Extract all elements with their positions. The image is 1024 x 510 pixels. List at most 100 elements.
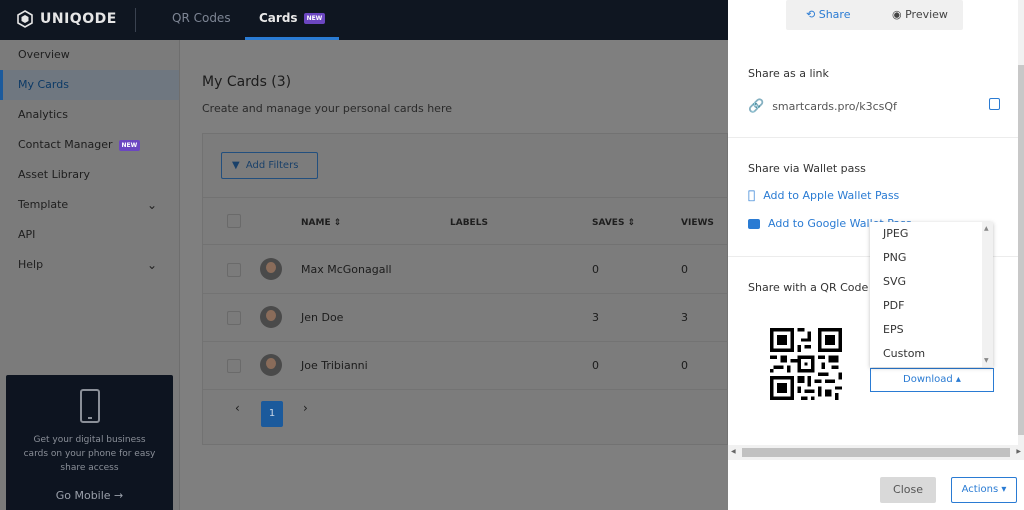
tab-cards-label: Cards — [259, 11, 298, 25]
sidebar-item-overview[interactable]: Overview — [0, 40, 179, 70]
share-link-url[interactable]: smartcards.pro/k3csQf — [772, 100, 897, 113]
card-name[interactable]: Max McGonagall — [301, 263, 392, 276]
column-header-saves[interactable]: SAVES ⇕ — [592, 218, 635, 228]
sidebar-item-contact-manager[interactable]: Contact Manager NEW — [0, 130, 179, 160]
next-page-button[interactable]: › — [303, 401, 308, 415]
scroll-right-arrow-icon[interactable]: ▶ — [1016, 448, 1021, 455]
drawer-vertical-scrollbar[interactable] — [1018, 0, 1024, 445]
sidebar-item-template[interactable]: Template ⌄ — [0, 190, 179, 220]
column-header-label: NAME — [301, 218, 331, 228]
page-number-current[interactable]: 1 — [261, 401, 283, 427]
card-name[interactable]: Joe Tribianni — [301, 359, 368, 372]
avatar — [260, 306, 282, 328]
share-toggle-option[interactable]: ⟲ Share — [806, 8, 850, 21]
new-badge: NEW — [303, 13, 326, 24]
table-row[interactable]: Jen Doe 3 3 — [203, 294, 729, 342]
chevron-down-icon[interactable]: ⌄ — [147, 190, 157, 220]
dropdown-scrollbar[interactable]: ▲ ▼ — [982, 222, 993, 367]
sort-icon: ⇕ — [627, 218, 636, 228]
share-drawer: ⟲ Share ◉ Preview Share as a link 🔗 smar… — [728, 0, 1024, 510]
copy-icon[interactable] — [989, 98, 1000, 110]
sidebar-item-analytics[interactable]: Analytics — [0, 100, 179, 130]
close-button[interactable]: Close — [880, 477, 936, 503]
column-header-name[interactable]: NAME ⇕ — [301, 218, 341, 228]
share-toggle-label: Share — [818, 8, 851, 21]
drawer-horizontal-scrollbar[interactable]: ◀ ▶ — [728, 445, 1024, 460]
share-link-title: Share as a link — [748, 67, 829, 80]
table-row[interactable]: Max McGonagall 0 0 — [203, 246, 729, 294]
format-option-pdf[interactable]: PDF — [870, 294, 993, 318]
format-option-eps[interactable]: EPS — [870, 318, 993, 342]
sidebar-item-label: Template — [18, 198, 69, 211]
format-option-custom[interactable]: Custom — [870, 342, 993, 366]
saves-count: 0 — [592, 359, 599, 372]
sidebar-item-asset-library[interactable]: Asset Library — [0, 160, 179, 190]
format-option-svg[interactable]: SVG — [870, 270, 993, 294]
sidebar-item-help[interactable]: Help ⌄ — [0, 250, 179, 280]
cards-table-panel: ▼ Add Filters NAME ⇕ LABELS SAVES ⇕ VIEW… — [202, 133, 729, 445]
main-content: My Cards (3) Create and manage your pers… — [181, 40, 729, 510]
share-icon: ⟲ — [806, 8, 816, 21]
filter-icon: ▼ — [232, 160, 240, 171]
share-preview-toggle: ⟲ Share ◉ Preview — [786, 0, 963, 30]
sidebar-item-label: Contact Manager — [18, 138, 113, 151]
avatar — [260, 354, 282, 376]
apple-wallet-link[interactable]:  Add to Apple Wallet Pass — [748, 188, 899, 202]
sidebar-item-label: Help — [18, 258, 44, 271]
brand-name: UNIQODE — [40, 11, 117, 27]
views-count: 0 — [681, 359, 688, 372]
add-filters-button[interactable]: ▼ Add Filters — [221, 152, 318, 179]
table-row[interactable]: Joe Tribianni 0 0 — [203, 342, 729, 390]
actions-button[interactable]: Actions ▾ — [951, 477, 1017, 503]
top-navbar: UNIQODE QR Codes Cards NEW — [0, 0, 728, 40]
mobile-promo-card: Get your digital business cards on your … — [6, 375, 173, 510]
scroll-up-arrow-icon[interactable]: ▲ — [984, 225, 989, 232]
apple-icon:  — [748, 188, 755, 202]
saves-count: 0 — [592, 263, 599, 276]
scroll-left-arrow-icon[interactable]: ◀ — [731, 448, 736, 455]
sidebar-item-label: My Cards — [18, 78, 69, 91]
link-icon: 🔗 — [748, 99, 765, 114]
sidebar-item-label: Asset Library — [18, 168, 91, 181]
select-all-checkbox[interactable] — [227, 214, 241, 228]
scrollbar-thumb[interactable] — [742, 448, 1010, 457]
apple-wallet-label: Add to Apple Wallet Pass — [756, 188, 899, 202]
promo-text: Get your digital business cards on your … — [23, 435, 156, 473]
format-option-png[interactable]: PNG — [870, 246, 993, 270]
logo-icon — [17, 10, 33, 28]
share-link-row: 🔗 smartcards.pro/k3csQf — [748, 99, 897, 114]
tab-cards[interactable]: Cards NEW — [245, 0, 340, 40]
mobile-phone-icon — [79, 389, 100, 423]
preview-toggle-label: Preview — [905, 8, 948, 21]
sidebar-item-api[interactable]: API — [0, 220, 179, 250]
divider — [728, 137, 1018, 138]
saves-count: 3 — [592, 311, 599, 324]
sort-icon: ⇕ — [333, 218, 342, 228]
prev-page-button[interactable]: ‹ — [235, 401, 240, 415]
views-count: 0 — [681, 263, 688, 276]
qr-code-image — [770, 328, 842, 400]
card-name[interactable]: Jen Doe — [301, 311, 343, 324]
brand-logo[interactable]: UNIQODE — [16, 10, 117, 28]
chevron-down-icon[interactable]: ⌄ — [147, 250, 157, 280]
page-title: My Cards (3) — [202, 74, 292, 90]
add-filters-label: Add Filters — [245, 160, 299, 171]
scroll-down-arrow-icon[interactable]: ▼ — [984, 357, 989, 364]
sidebar: Overview My Cards Analytics Contact Mana… — [0, 40, 180, 510]
format-option-jpeg[interactable]: JPEG — [870, 222, 993, 246]
tab-qr-codes[interactable]: QR Codes — [172, 0, 231, 40]
sidebar-item-label: Overview — [18, 48, 70, 61]
download-button[interactable]: Download ▴ — [870, 368, 994, 392]
sidebar-item-my-cards[interactable]: My Cards — [0, 70, 179, 100]
tab-qr-codes-label: QR Codes — [172, 11, 231, 25]
column-header-views[interactable]: VIEWS — [681, 218, 714, 228]
row-checkbox[interactable] — [227, 359, 241, 373]
go-mobile-link[interactable]: Go Mobile → — [6, 489, 173, 502]
row-checkbox[interactable] — [227, 263, 241, 277]
column-header-label: SAVES — [592, 218, 625, 228]
preview-toggle-option[interactable]: ◉ Preview — [892, 8, 948, 21]
row-checkbox[interactable] — [227, 311, 241, 325]
scrollbar-thumb[interactable] — [1018, 65, 1024, 435]
avatar — [260, 258, 282, 280]
column-header-label: LABELS — [450, 218, 488, 228]
